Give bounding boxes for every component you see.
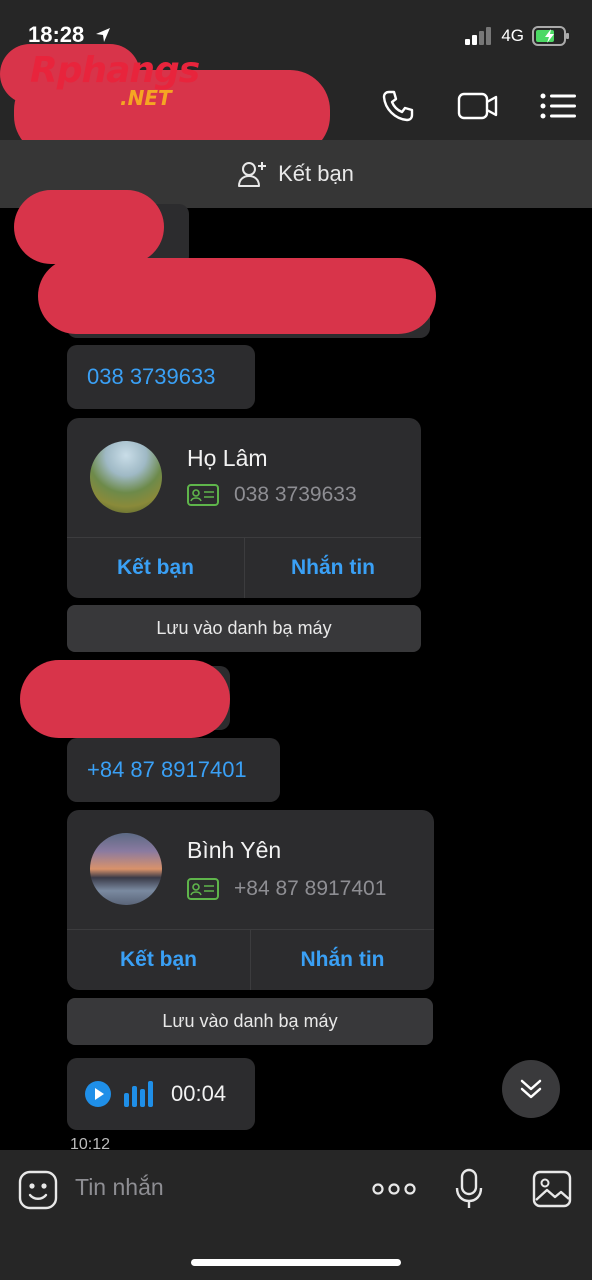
avatar — [90, 833, 162, 905]
contact-name: Bình Yên — [187, 837, 282, 863]
more-icon[interactable] — [372, 1180, 416, 1203]
send-message-button[interactable]: Nhắn tin — [251, 930, 434, 990]
audio-wave-icon — [124, 1081, 153, 1107]
phone-number-message[interactable]: +84 87 8917401 — [67, 738, 280, 802]
watermark-logo-suffix: .NET — [120, 86, 172, 110]
voice-message[interactable]: 00:04 — [67, 1058, 255, 1130]
message-input[interactable]: Tin nhắn — [75, 1174, 164, 1201]
contact-card[interactable]: Họ Lâm 038 3739633 Kết bạn Nhắn tin — [67, 418, 421, 598]
emoji-icon[interactable] — [18, 1170, 58, 1215]
phone-icon[interactable] — [378, 86, 418, 126]
microphone-icon[interactable] — [455, 1168, 483, 1215]
save-to-contacts-button[interactable]: Lưu vào danh bạ máy — [67, 998, 433, 1045]
add-user-icon — [238, 162, 267, 187]
image-icon[interactable] — [532, 1170, 572, 1213]
redacted-message — [20, 660, 230, 738]
id-card-icon — [187, 878, 219, 900]
menu-list-icon[interactable] — [538, 86, 578, 126]
location-arrow-icon — [96, 28, 111, 42]
avatar — [90, 441, 162, 513]
redacted-message — [14, 190, 164, 264]
message-timestamp: 10:12 — [70, 1136, 111, 1150]
redacted-message — [38, 258, 436, 334]
contact-card[interactable]: Bình Yên +84 87 8917401 Kết bạn Nhắn tin — [67, 810, 434, 990]
phone-number-message[interactable]: 038 3739633 — [67, 345, 255, 409]
scroll-to-bottom-button[interactable] — [502, 1060, 560, 1118]
contact-phone: +84 87 8917401 — [234, 877, 387, 900]
network-type: 4G — [501, 26, 524, 45]
id-card-icon — [187, 484, 219, 506]
add-friend-button[interactable]: Kết bạn — [67, 930, 250, 990]
add-friend-label: Kết bạn — [278, 161, 354, 186]
watermark-logo: Rphangs — [30, 50, 200, 91]
contact-name: Họ Lâm — [187, 445, 268, 471]
video-call-icon[interactable] — [456, 86, 500, 126]
double-chevron-down-icon — [520, 1079, 542, 1099]
battery-icon — [532, 26, 569, 46]
play-icon[interactable] — [85, 1081, 111, 1107]
signal-icon — [465, 27, 492, 45]
contact-phone: 038 3739633 — [234, 483, 357, 506]
send-message-button[interactable]: Nhắn tin — [245, 538, 421, 598]
home-indicator — [191, 1259, 401, 1266]
add-friend-button[interactable]: Kết bạn — [67, 538, 244, 598]
status-indicators: 4G — [465, 26, 570, 46]
save-to-contacts-button[interactable]: Lưu vào danh bạ máy — [67, 605, 421, 652]
voice-duration: 00:04 — [171, 1081, 227, 1106]
